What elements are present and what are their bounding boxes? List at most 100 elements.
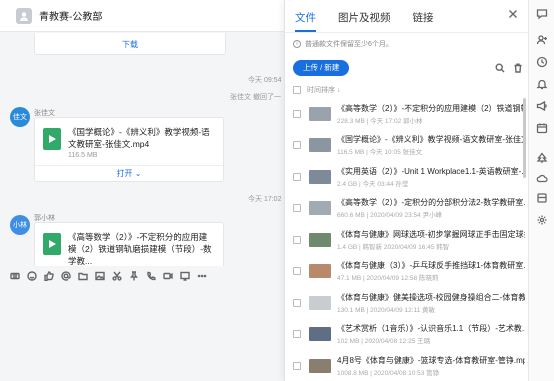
notice-text: 普通款文件保留至少6个月。 xyxy=(305,40,393,48)
file-name: 《体育与健康》网球选项-初步掌握网球正手击固定球技... xyxy=(337,229,525,239)
video-thumbnail xyxy=(309,264,331,279)
file-info: 《体育与健康》健美操选项-校园健身操组合二-体育教研... 130.1 MB | … xyxy=(337,292,525,314)
file-checkbox[interactable] xyxy=(293,204,301,213)
search-icon[interactable] xyxy=(495,63,505,73)
retention-notice: i 普通款文件保留至少6个月。 xyxy=(285,32,528,54)
file-checkbox[interactable] xyxy=(293,298,301,307)
video-thumbnail xyxy=(309,232,331,247)
file-checkbox[interactable] xyxy=(293,172,301,181)
file-name: 4月8号《体育与健康》-篮球专选-体育教研室-管铮.mp4 xyxy=(337,355,525,365)
screen-icon[interactable] xyxy=(180,271,190,281)
file-row[interactable]: 《实用英语（2）》-Unit 1 Workplace1.1-英语教研室-... 2… xyxy=(285,161,529,193)
file-checkbox[interactable] xyxy=(293,330,301,339)
scissors-icon[interactable] xyxy=(112,271,122,281)
video-file-icon xyxy=(43,128,61,150)
avatar-text: 佳文 xyxy=(13,114,27,121)
file-row[interactable]: 《高等数学（2）》-不定积分的应用建模（2）铁道钢轨... 228.3 MB | … xyxy=(285,98,529,130)
tab-media[interactable]: 图片及视频 xyxy=(338,10,391,32)
file-info: 《国学概论》-《辨义利》教学视频-语文教研室-张佳文... 116.5 MB | … xyxy=(337,134,525,156)
file-checkbox[interactable] xyxy=(293,235,301,244)
file-info: 《体育与健康》网球选项-初步掌握网球正手击固定球技... 1.4 GB | 韩智新… xyxy=(337,229,525,251)
mention-icon[interactable] xyxy=(61,271,71,281)
calendar-icon[interactable] xyxy=(536,122,548,134)
thumbs-up-icon[interactable] xyxy=(44,271,54,281)
chat-header: 青教赛-公教部 xyxy=(0,0,284,32)
file-checkbox[interactable] xyxy=(293,141,301,150)
cloud-icon[interactable] xyxy=(536,172,548,184)
tree-icon[interactable] xyxy=(536,152,548,164)
more-icon[interactable] xyxy=(197,271,207,281)
group-avatar-icon[interactable] xyxy=(16,7,32,24)
right-sidebar xyxy=(528,0,554,381)
file-row[interactable]: 《体育与健康（3）》-乒乓球反手推挡球1-体育教研室... 47.1 MB | 2… xyxy=(285,256,529,288)
close-icon[interactable] xyxy=(508,9,518,19)
settings-icon[interactable] xyxy=(536,214,548,226)
file-info: 4月8号《体育与健康》-篮球专选-体育教研室-管铮.mp4 1008.8 MB |… xyxy=(337,355,525,377)
file-meta: 102 MB | 2020/04/08 12:25 王璐 xyxy=(337,338,431,346)
file-row[interactable]: 《体育与健康》健美操选项-校园健身操组合二-体育教研... 130.1 MB | … xyxy=(285,287,529,319)
history-icon[interactable] xyxy=(536,56,548,68)
file-name: 《国学概论》-《辨义利》教学视频-语文教研室-张佳文... xyxy=(337,135,525,145)
file-card-partial: 下载 xyxy=(34,33,226,55)
file-row[interactable]: 《高等数学（2）》-定积分的分部积分法2-数学教研室... 660.6 MB | … xyxy=(285,193,529,225)
open-button[interactable]: 打开 ⌄ xyxy=(35,165,223,181)
box-icon[interactable] xyxy=(536,192,548,204)
file-checkbox[interactable] xyxy=(293,361,301,370)
folder-icon[interactable] xyxy=(78,271,88,281)
chat-bubble-icon[interactable] xyxy=(536,8,548,20)
tab-links[interactable]: 链接 xyxy=(413,10,434,32)
announcement-icon[interactable] xyxy=(536,100,548,112)
video-thumbnail xyxy=(309,295,331,310)
trash-icon[interactable] xyxy=(513,63,523,73)
image-icon[interactable] xyxy=(95,271,105,281)
file-name: 《体育与健康》健美操选项-校园健身操组合二-体育教研... xyxy=(337,292,525,302)
message-list[interactable]: 下载 今天 09:54 张佳文 撤回了一 张佳文 佳文 《国学概论》-《辨义利》… xyxy=(0,33,284,266)
file-actions: 上传 / 新建 xyxy=(285,54,528,82)
file-name: 《体育与健康（3）》-乒乓球反手推挡球1-体育教研室... xyxy=(337,261,525,271)
file-info: 《高等数学（2）》-定积分的分部积分法2-数学教研室... 660.6 MB | … xyxy=(337,197,525,219)
tab-files[interactable]: 文件 xyxy=(295,10,316,32)
keyboard-icon[interactable] xyxy=(10,271,20,281)
message-input[interactable] xyxy=(0,286,284,381)
file-meta: 130.1 MB | 2020/04/09 12:11 黄敏 xyxy=(337,306,436,314)
sort-by-time[interactable]: 时间排序 ↓ xyxy=(307,85,340,95)
file-checkbox[interactable] xyxy=(293,267,301,276)
file-name: 《高等数学（2）》-定积分的分部积分法2-数学教研室... xyxy=(337,198,525,208)
select-all-checkbox[interactable] xyxy=(293,86,301,94)
video-icon[interactable] xyxy=(163,271,173,281)
file-row[interactable]: 《体育与健康》网球选项-初步掌握网球正手击固定球技... 1.4 GB | 韩智新… xyxy=(285,224,529,256)
avatar[interactable]: 小林 xyxy=(10,215,30,235)
file-row[interactable]: 4月8号《体育与健康》-篮球专选-体育教研室-管铮.mp4 1008.8 MB |… xyxy=(285,350,529,381)
file-meta: 660.6 MB | 2020/04/09 23:54 尹小峰 xyxy=(337,212,443,220)
scrollbar[interactable] xyxy=(523,98,526,178)
video-thumbnail xyxy=(309,327,331,342)
file-info: 《实用英语（2）》-Unit 1 Workplace1.1-英语教研室-... 2… xyxy=(337,166,525,188)
avatar[interactable]: 佳文 xyxy=(10,107,30,127)
file-list: 《高等数学（2）》-不定积分的应用建模（2）铁道钢轨... 228.3 MB | … xyxy=(285,98,529,381)
upload-new-button[interactable]: 上传 / 新建 xyxy=(293,60,350,76)
file-meta: 47.1 MB | 2020/04/09 12:58 陈晓莉 xyxy=(337,275,439,283)
video-thumbnail xyxy=(309,201,331,216)
file-message-card[interactable]: 《国学概论》-《辨义利》教学视频-语文教研室-张佳文.mp4 116.5 MB … xyxy=(34,117,224,182)
emoji-icon[interactable] xyxy=(27,271,37,281)
file-name: 《高等数学（2）》-不定积分的应用建模（2）铁道钢轨... xyxy=(337,103,525,113)
video-thumbnail xyxy=(309,106,331,121)
chat-window: 青教赛-公教部 下载 今天 09:54 张佳文 撤回了一 张佳文 佳文 《国学概… xyxy=(0,0,284,381)
video-file-icon xyxy=(43,233,61,255)
call-icon[interactable] xyxy=(146,271,156,281)
file-row[interactable]: 《艺术赏析（1音乐）》-认识音乐1.1（节段）-艺术教... 102 MB | 2… xyxy=(285,319,529,351)
pin-icon[interactable] xyxy=(129,271,139,281)
add-person-icon[interactable] xyxy=(536,34,548,46)
file-meta: 116.5 MB | 今天 10:05 张佳文 xyxy=(337,149,423,157)
avatar-text: 小林 xyxy=(13,222,27,229)
download-link[interactable]: 下载 xyxy=(35,39,225,50)
video-thumbnail xyxy=(309,169,331,184)
recall-notice: 张佳文 撤回了一 xyxy=(230,94,281,101)
bell-icon[interactable] xyxy=(536,78,548,90)
file-row[interactable]: 《国学概论》-《辨义利》教学视频-语文教研室-张佳文... 116.5 MB | … xyxy=(285,130,529,162)
chat-title[interactable]: 青教赛-公教部 xyxy=(39,8,102,23)
file-message-card[interactable]: 《高等数学（2）》-不定积分的应用建模（2）铁道钢轨磨损建模（节段）-数学教..… xyxy=(34,222,224,266)
chat-toolbar xyxy=(0,266,284,286)
file-checkbox[interactable] xyxy=(293,109,301,118)
file-name: 《艺术赏析（1音乐）》-认识音乐1.1（节段）-艺术教... xyxy=(337,324,525,334)
